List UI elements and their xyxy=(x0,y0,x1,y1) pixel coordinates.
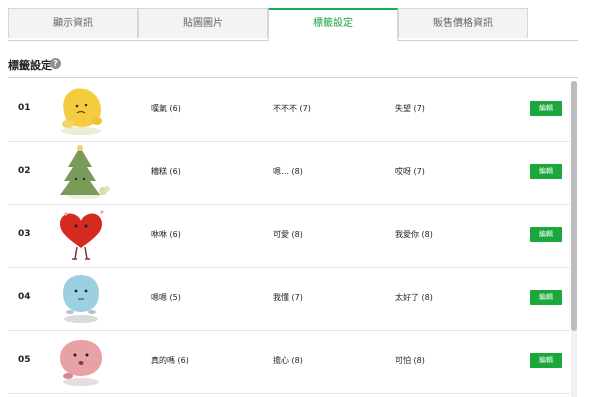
red-heart-sticker xyxy=(60,210,104,260)
pink-blob-sticker xyxy=(60,340,102,386)
tag-3: 哎呀 (7) xyxy=(395,167,425,176)
christmas-tree-sticker xyxy=(60,145,110,199)
tag-2: 可愛 (8) xyxy=(273,230,303,239)
tag-1: 嘆氣 (6) xyxy=(151,104,181,113)
edit-button[interactable]: 編輯 xyxy=(530,101,562,116)
table-row: 05 真的嗎 (6) 擔心 (8) 可怕 (8) 編輯 xyxy=(8,330,570,394)
tab-bar: 顯示資訊 貼圖圖片 標籤設定 販售價格資訊 xyxy=(8,8,578,41)
section-title: 標籤設定 xyxy=(8,59,52,72)
table-row: 04 嗯嗯 (5) 我懂 (7) 太好了 (8) 編輯 xyxy=(8,267,570,331)
edit-button[interactable]: 編輯 xyxy=(530,353,562,368)
question-circle-icon[interactable]: ? xyxy=(50,58,61,69)
tab-sticker-images[interactable]: 貼圖圖片 xyxy=(138,8,268,38)
tag-2: 我懂 (7) xyxy=(273,293,303,302)
row-number: 05 xyxy=(18,355,31,365)
tag-1: 糟糕 (6) xyxy=(151,167,181,176)
edit-button[interactable]: 編輯 xyxy=(530,290,562,305)
tag-2: 嗯… (8) xyxy=(273,167,303,176)
row-number: 03 xyxy=(18,229,31,239)
tab-display-info[interactable]: 顯示資訊 xyxy=(8,8,138,38)
edit-button[interactable]: 編輯 xyxy=(530,227,562,242)
tag-2: 擔心 (8) xyxy=(273,356,303,365)
scrollbar-thumb[interactable] xyxy=(571,81,577,331)
tag-1: 嗯嗯 (5) xyxy=(151,293,181,302)
tag-2: 不不不 (7) xyxy=(273,104,311,113)
blue-blob-sticker xyxy=(63,275,99,323)
tab-tag-settings[interactable]: 標籤設定 xyxy=(268,8,398,41)
tab-price-info[interactable]: 販售價格資訊 xyxy=(398,8,528,38)
edit-button[interactable]: 編輯 xyxy=(530,164,562,179)
tag-3: 失望 (7) xyxy=(395,104,425,113)
tag-1: 咻咻 (6) xyxy=(151,230,181,239)
tag-3: 我愛你 (8) xyxy=(395,230,433,239)
yellow-blob-sticker xyxy=(61,88,102,135)
tag-3: 可怕 (8) xyxy=(395,356,425,365)
tag-1: 真的嗎 (6) xyxy=(151,356,189,365)
table-row: 03 咻咻 (6) 可愛 (8) 我愛你 (8) 編輯 xyxy=(8,204,570,268)
row-number: 04 xyxy=(18,292,31,302)
table-row: 01 嘆氣 (6) 不不不 (7) 失望 (7) 編輯 xyxy=(8,78,570,142)
row-number: 02 xyxy=(18,166,31,176)
tag-table: 01 嘆氣 (6) 不不不 (7) 失望 (7) 編輯 02 糟糕 (6) 嗯…… xyxy=(8,77,578,397)
row-number: 01 xyxy=(18,103,31,113)
vertical-scrollbar[interactable] xyxy=(571,81,577,397)
tag-3: 太好了 (8) xyxy=(395,293,433,302)
table-row: 02 糟糕 (6) 嗯… (8) 哎呀 (7) 編輯 xyxy=(8,141,570,205)
